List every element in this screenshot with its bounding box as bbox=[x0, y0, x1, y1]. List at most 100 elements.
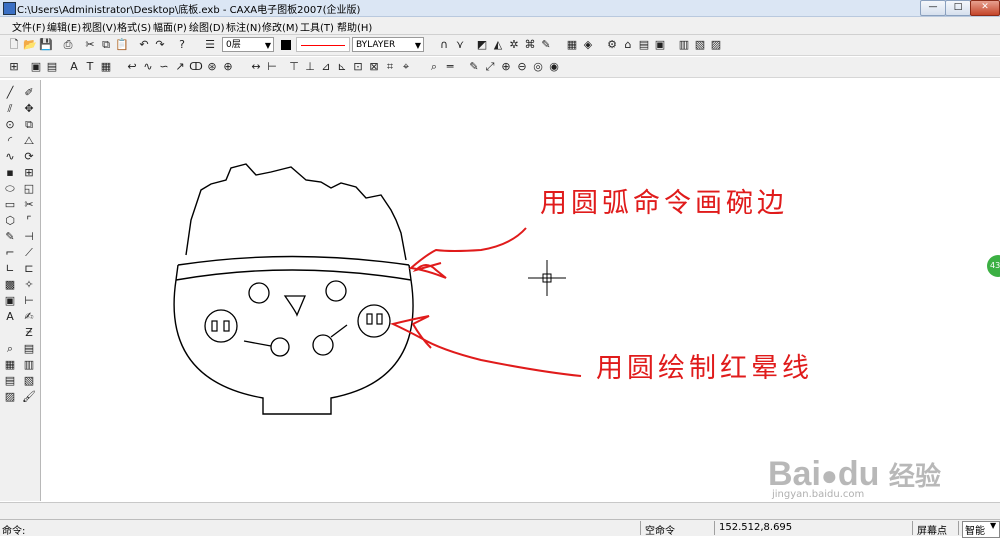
angle-icon[interactable]: ∟ bbox=[2, 261, 18, 277]
sheet-2-icon[interactable]: ▧ bbox=[692, 37, 708, 53]
menu-sheet[interactable]: 幅面(P) bbox=[153, 19, 187, 34]
copy-icon[interactable]: ⧉ bbox=[98, 37, 114, 53]
copy-object-icon[interactable]: ⧉ bbox=[21, 117, 37, 133]
rectangle-icon[interactable]: ▭ bbox=[2, 197, 18, 213]
dimension-2-icon[interactable]: ⊢ bbox=[264, 59, 280, 75]
menu-draw[interactable]: 绘图(D) bbox=[189, 19, 225, 34]
chevron-down-icon[interactable]: ▼ bbox=[990, 521, 996, 530]
horizontal-scrollbar[interactable] bbox=[0, 502, 1000, 519]
snap-4-icon[interactable]: ⊾ bbox=[334, 59, 350, 75]
maximize-button[interactable]: □ bbox=[945, 0, 971, 16]
zoom-all-icon[interactable]: ◉ bbox=[546, 59, 562, 75]
menu-file[interactable]: 文件(F) bbox=[12, 19, 46, 34]
arrow-icon[interactable]: ↗ bbox=[172, 59, 188, 75]
spline-icon[interactable]: ↀ bbox=[188, 59, 204, 75]
brush-icon[interactable]: 🖌 bbox=[21, 389, 37, 405]
library-edit-icon[interactable]: ▧ bbox=[21, 373, 37, 389]
sheet-icon[interactable]: ▥ bbox=[676, 37, 692, 53]
title-block-icon[interactable]: ▤ bbox=[44, 59, 60, 75]
hook-icon[interactable]: ⌐ bbox=[2, 245, 18, 261]
trim-tool-icon[interactable]: ✂ bbox=[21, 197, 37, 213]
menu-tools[interactable]: 工具(T) bbox=[300, 19, 334, 34]
extend-icon[interactable]: ⊣ bbox=[21, 229, 37, 245]
text-icon[interactable]: A bbox=[66, 59, 82, 75]
text-2-icon[interactable]: T bbox=[82, 59, 98, 75]
redo-icon[interactable]: ↷ bbox=[152, 37, 168, 53]
table-icon[interactable]: ▦ bbox=[98, 59, 114, 75]
view-icon[interactable]: ◩ bbox=[474, 37, 490, 53]
zoom-window-icon[interactable]: ◎ bbox=[530, 59, 546, 75]
curve-icon[interactable]: ∽ bbox=[156, 59, 172, 75]
snap-7-icon[interactable]: ⌗ bbox=[382, 59, 398, 75]
move-icon[interactable]: ↩ bbox=[124, 59, 140, 75]
menu-edit[interactable]: 编辑(E) bbox=[47, 19, 81, 34]
open-file-icon[interactable]: 📂 bbox=[22, 37, 38, 53]
line-color-select[interactable] bbox=[296, 37, 350, 52]
frame-icon[interactable]: ▣ bbox=[28, 59, 44, 75]
block-edit-icon[interactable]: ▥ bbox=[21, 357, 37, 373]
color-swatch[interactable] bbox=[281, 40, 291, 50]
snap-8-icon[interactable]: ⌖ bbox=[398, 59, 414, 75]
edit-text-icon[interactable]: ✍ bbox=[21, 309, 37, 325]
trim-icon[interactable]: ⋎ bbox=[452, 37, 468, 53]
pencil-tool-icon[interactable]: ✎ bbox=[2, 229, 18, 245]
snap-5-icon[interactable]: ⊡ bbox=[350, 59, 366, 75]
block-tool-icon[interactable]: ▦ bbox=[2, 357, 18, 373]
mirror-icon[interactable]: ⧍ bbox=[21, 133, 37, 149]
menu-view[interactable]: 视图(V) bbox=[82, 19, 117, 34]
zoom-out-icon[interactable]: ⊖ bbox=[514, 59, 530, 75]
layer-select[interactable]: 0层 ▼ bbox=[222, 37, 274, 52]
minimize-button[interactable]: — bbox=[920, 0, 946, 16]
linetype-select[interactable]: BYLAYER ▼ bbox=[352, 37, 424, 52]
fillet-icon[interactable]: ⌜ bbox=[21, 213, 37, 229]
center-icon[interactable]: ⊕ bbox=[220, 59, 236, 75]
zoom-in-icon[interactable]: ⊕ bbox=[498, 59, 514, 75]
arc-icon[interactable]: ◜ bbox=[2, 133, 18, 149]
polygon-icon[interactable]: ⬡ bbox=[2, 213, 18, 229]
snap-icon[interactable]: ⊤ bbox=[286, 59, 302, 75]
wave-icon[interactable]: ∿ bbox=[140, 59, 156, 75]
menu-modify[interactable]: 修改(M) bbox=[262, 19, 298, 34]
image-icon[interactable]: ▣ bbox=[2, 293, 18, 309]
layer-icon[interactable]: ☰ bbox=[202, 37, 218, 53]
help-icon[interactable]: ? bbox=[174, 37, 190, 53]
close-button[interactable]: ✕ bbox=[970, 0, 1000, 16]
library-icon[interactable]: ⚙ bbox=[604, 37, 620, 53]
move-cross-icon[interactable]: ✥ bbox=[21, 101, 37, 117]
properties-icon[interactable]: ▤ bbox=[21, 341, 37, 357]
hatch-edit-icon[interactable]: Ƶ bbox=[21, 325, 37, 341]
block-2-icon[interactable]: ◈ bbox=[580, 37, 596, 53]
text-tool-icon[interactable]: A bbox=[2, 309, 18, 325]
menu-format[interactable]: 格式(S) bbox=[117, 19, 151, 34]
array-icon[interactable]: ⊞ bbox=[21, 165, 37, 181]
sheet-3-icon[interactable]: ▨ bbox=[708, 37, 724, 53]
line-icon[interactable]: ╱ bbox=[2, 85, 18, 101]
zoom-icon[interactable]: ⌕ bbox=[426, 59, 442, 75]
library-4-icon[interactable]: ▣ bbox=[652, 37, 668, 53]
stretch-icon[interactable]: ⊏ bbox=[21, 261, 37, 277]
rotate-icon[interactable]: ⟳ bbox=[21, 149, 37, 165]
view-2-icon[interactable]: ◭ bbox=[490, 37, 506, 53]
library-3-icon[interactable]: ▤ bbox=[636, 37, 652, 53]
measure-icon[interactable]: ═ bbox=[442, 59, 458, 75]
cut-icon[interactable]: ✂ bbox=[82, 37, 98, 53]
view-4-icon[interactable]: ⌘ bbox=[522, 37, 538, 53]
view-3-icon[interactable]: ✲ bbox=[506, 37, 522, 53]
circle-icon[interactable]: ⊙ bbox=[2, 117, 18, 133]
dim-tool-icon[interactable]: ⊢ bbox=[21, 293, 37, 309]
break-icon[interactable]: ⟋ bbox=[21, 245, 37, 261]
menu-help[interactable]: 帮助(H) bbox=[337, 19, 372, 34]
ellipse-icon[interactable]: ⬭ bbox=[2, 181, 18, 197]
menu-dimension[interactable]: 标注(N) bbox=[226, 19, 261, 34]
block-icon[interactable]: ▦ bbox=[564, 37, 580, 53]
erase-icon[interactable]: ✐ bbox=[21, 85, 37, 101]
dimension-icon[interactable]: ↔ bbox=[248, 59, 264, 75]
undo-icon[interactable]: ↶ bbox=[136, 37, 152, 53]
new-file-icon[interactable]: 🗋 bbox=[6, 37, 22, 53]
print-icon[interactable]: ⎙ bbox=[60, 37, 76, 53]
pencil-icon[interactable]: ✎ bbox=[466, 59, 482, 75]
snap-3-icon[interactable]: ⊿ bbox=[318, 59, 334, 75]
library-2-icon[interactable]: ⌂ bbox=[620, 37, 636, 53]
grid-icon[interactable]: ⊞ bbox=[6, 59, 22, 75]
zoom-2-icon[interactable]: ⤢ bbox=[482, 59, 498, 75]
